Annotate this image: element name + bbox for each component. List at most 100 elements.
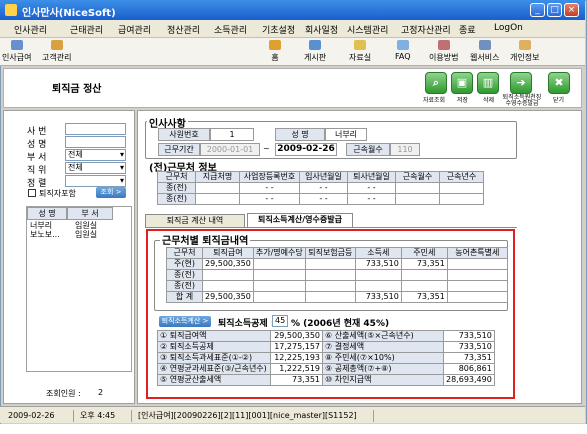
calc-cell xyxy=(252,291,306,303)
save-button[interactable]: ▣ xyxy=(451,72,473,94)
delete-button[interactable]: ▥ xyxy=(477,72,499,94)
menu-settlement[interactable]: 정산관리 xyxy=(167,23,200,36)
prev-cell[interactable] xyxy=(439,182,484,194)
status-bar: 2009-02-26 오후 4:45 [인사급여][20090226][2][1… xyxy=(0,406,585,423)
calc-cell[interactable] xyxy=(446,280,508,292)
receipt-button[interactable]: ➔ xyxy=(510,72,532,94)
save-icon: ▣ xyxy=(456,76,468,89)
maximize-button[interactable]: □ xyxy=(547,3,562,17)
prev-table: 근무처 지급처명 사업장등록번호 입사년월일 퇴사년월일 근속월수 근속년수 종… xyxy=(157,171,484,205)
receipt-icon: ➔ xyxy=(516,76,526,89)
prev-header: 근속월수 xyxy=(395,171,440,183)
calc-cell[interactable] xyxy=(252,258,306,270)
toolbar-guide[interactable]: 이용방법 xyxy=(429,40,458,63)
prev-cell[interactable] xyxy=(395,193,440,205)
calc-cell[interactable] xyxy=(446,269,508,281)
toolbar-home[interactable]: 홈 xyxy=(269,40,281,63)
calc-cell[interactable] xyxy=(304,280,356,292)
prev-cell[interactable]: - - xyxy=(239,182,300,194)
calc-cell[interactable] xyxy=(252,280,306,292)
prev-header: 입사년월일 xyxy=(299,171,348,183)
prev-cell[interactable]: - - xyxy=(299,182,348,194)
prev-cell[interactable] xyxy=(395,182,440,194)
menu-logon[interactable]: LogOn xyxy=(494,23,523,33)
calc-cell[interactable]: 733,510 xyxy=(354,258,402,270)
retired-checkbox-label: 퇴직자포함 xyxy=(39,189,76,198)
prev-cell[interactable] xyxy=(439,193,484,205)
menu-assets[interactable]: 고정자산관리 xyxy=(401,23,451,36)
period-header: 근무기간 xyxy=(158,143,200,156)
search-button[interactable]: ⌕ xyxy=(425,72,447,94)
sort-select[interactable] xyxy=(65,175,126,187)
calc-income-button[interactable]: 퇴직소득계산 > xyxy=(159,316,211,327)
emp-no-input[interactable] xyxy=(65,123,126,135)
toolbar-archive[interactable]: 자료실 xyxy=(349,40,371,63)
summary-label: ① 퇴직급여액 xyxy=(157,330,271,342)
menu-calendar[interactable]: 회사일정 xyxy=(305,23,338,36)
tab-calc-details[interactable]: 퇴직금 계산 내역 xyxy=(145,214,245,228)
prev-cell[interactable]: - - xyxy=(299,193,348,205)
prev-cell[interactable]: - - xyxy=(239,193,300,205)
delete-icon: ▥ xyxy=(482,76,494,89)
prev-cell[interactable] xyxy=(195,182,240,194)
minimize-button[interactable]: _ xyxy=(530,3,545,17)
deduction-input[interactable]: 45 xyxy=(272,315,288,327)
prev-cell[interactable]: - - xyxy=(347,182,396,194)
position-select[interactable]: 전체 xyxy=(65,162,126,174)
table-row: ③ 퇴직소득과세표준(①-②) 12,225,193 ⑧ 주민세(⑦×10%) … xyxy=(157,352,495,364)
menu-exit[interactable]: 종료 xyxy=(459,23,476,36)
toolbar-web[interactable]: 웹서비스 xyxy=(470,40,499,63)
calc-cell[interactable] xyxy=(354,269,402,281)
calc-cell[interactable] xyxy=(202,280,254,292)
calc-cell[interactable] xyxy=(354,280,402,292)
deduction-suffix: % (2006년 현재 45%) xyxy=(291,319,390,329)
toolbar-board[interactable]: 게시판 xyxy=(304,40,326,63)
menu-system[interactable]: 시스템관리 xyxy=(347,23,388,36)
status-date: 2009-02-26 xyxy=(4,410,74,422)
calc-header: 근무처 xyxy=(166,247,203,259)
close-window-button[interactable]: × xyxy=(564,3,579,17)
calc-header: 추가/명예수당 xyxy=(252,247,306,259)
toolbar-payroll[interactable]: 인사급여 xyxy=(2,40,31,63)
toolbar-customers[interactable]: 고객관리 xyxy=(42,40,71,63)
prev-header: 퇴사년월일 xyxy=(347,171,396,183)
tab-income-receipt[interactable]: 퇴직소득계산/영수증발급 xyxy=(247,213,353,228)
menu-base-settings[interactable]: 기초설정 xyxy=(262,23,295,36)
summary-label: ⑩ 차인지급액 xyxy=(322,374,444,386)
prev-cell: 종(전) xyxy=(157,182,196,194)
calc-cell[interactable]: 29,500,350 xyxy=(202,258,254,270)
calc-cell xyxy=(446,291,508,303)
prev-header: 사업장등록번호 xyxy=(239,171,300,183)
page-title: 퇴직금 정산 xyxy=(52,84,102,95)
menu-hr[interactable]: 인사관리 xyxy=(14,23,47,36)
calc-cell[interactable]: 73,351 xyxy=(400,258,448,270)
calc-cell[interactable] xyxy=(202,269,254,281)
retired-checkbox[interactable] xyxy=(28,189,36,197)
menu-attendance[interactable]: 근태관리 xyxy=(70,23,103,36)
calc-cell[interactable] xyxy=(446,258,508,270)
prev-cell[interactable] xyxy=(195,193,240,205)
menu-payroll[interactable]: 급여관리 xyxy=(118,23,151,36)
table-row: ④ 연평균과세표준(③/근속년수) 1,222,519 ⑨ 공제총액(⑦+⑧) … xyxy=(157,363,495,375)
calc-cell: 29,500,350 xyxy=(202,291,254,303)
calc-cell[interactable] xyxy=(400,280,448,292)
menu-income[interactable]: 소득관리 xyxy=(214,23,247,36)
toolbar-profile[interactable]: 개인정보 xyxy=(510,40,539,63)
list-item[interactable]: 보노보... xyxy=(30,229,60,240)
count-value: 2 xyxy=(98,388,104,397)
toolbar-faq[interactable]: FAQ xyxy=(395,40,411,61)
calc-cell[interactable] xyxy=(304,269,356,281)
name-input[interactable] xyxy=(65,136,126,148)
receipt-button-label: 퇴직소득원천징수영수증발급 xyxy=(502,94,542,107)
close-button[interactable]: ✖ xyxy=(548,72,570,94)
calc-cell: 종(전) xyxy=(166,269,203,281)
calc-cell[interactable] xyxy=(304,258,356,270)
calc-cell: 주(현) xyxy=(166,258,203,270)
calc-cell[interactable] xyxy=(400,269,448,281)
period-end-input[interactable]: 2009-02-26 xyxy=(275,143,337,156)
prev-cell[interactable]: - - xyxy=(347,193,396,205)
dept-select[interactable]: 전체 xyxy=(65,149,126,161)
query-button[interactable]: 조회 > xyxy=(96,187,126,198)
list-header-dept: 부 서 xyxy=(67,207,113,220)
calc-cell[interactable] xyxy=(252,269,306,281)
